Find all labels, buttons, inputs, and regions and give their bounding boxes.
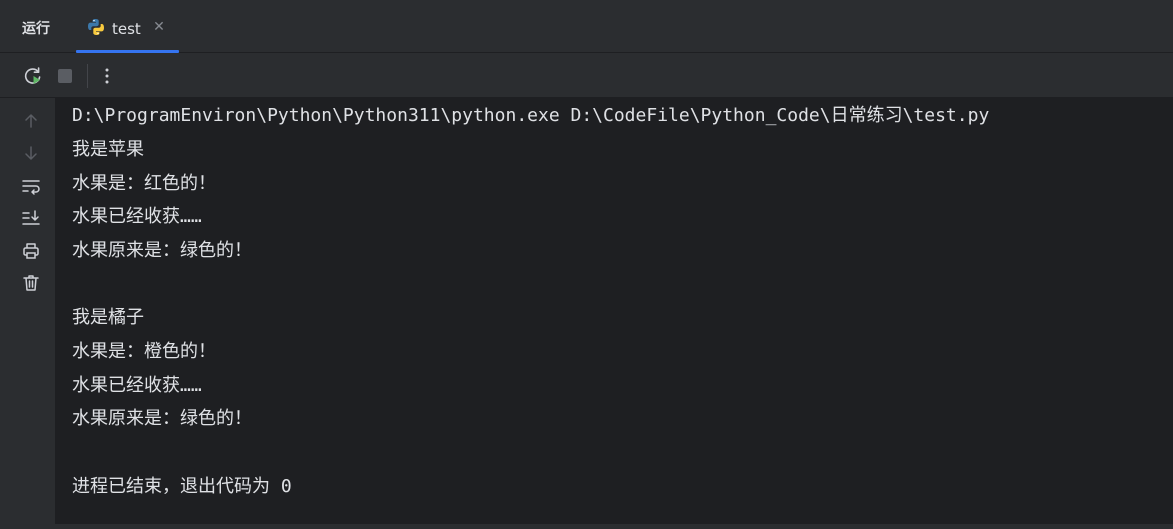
console-output[interactable]: D:\ProgramEnviron\Python\Python311\pytho… [55,98,1173,524]
tab-test[interactable]: test ✕ [76,8,179,53]
scroll-to-end-icon[interactable] [21,208,41,228]
console-line: 水果是：红色的！ [72,173,216,194]
arrow-down-icon[interactable] [21,143,41,163]
console-line: 我是苹果 [72,139,144,160]
run-tool-window: 运行 test ✕ D:\ProgramEnviron\Python\Pytho… [0,0,1173,529]
printer-icon[interactable] [21,241,41,261]
rerun-icon[interactable] [22,65,44,87]
console-exit-line: 进程已结束，退出代码为 0 [72,476,292,497]
arrow-up-icon[interactable] [21,111,41,131]
console-line: 水果是：橙色的！ [72,341,216,362]
more-vertical-icon[interactable] [96,65,118,87]
bottom-border [0,524,1173,529]
console-line: 水果原来是：绿色的！ [72,408,252,429]
tool-window-title: 运行 [22,21,50,37]
tab-label: test [112,20,141,38]
console-line: 水果已经收获…… [72,375,202,396]
run-tab-bar: 运行 test ✕ [0,0,1173,53]
console-line: 水果已经收获…… [72,206,202,227]
trash-icon[interactable] [21,273,41,293]
python-icon [88,19,104,35]
console-line: 我是橘子 [72,307,144,328]
soft-wrap-icon[interactable] [21,176,41,196]
stop-icon[interactable] [54,65,76,87]
run-toolbar [0,53,1173,98]
console-command-line: D:\ProgramEnviron\Python\Python311\pytho… [72,105,990,126]
console-gutter [0,98,55,529]
console-line: 水果原来是：绿色的！ [72,240,252,261]
toolbar-separator [87,64,88,88]
close-icon[interactable]: ✕ [152,20,166,34]
